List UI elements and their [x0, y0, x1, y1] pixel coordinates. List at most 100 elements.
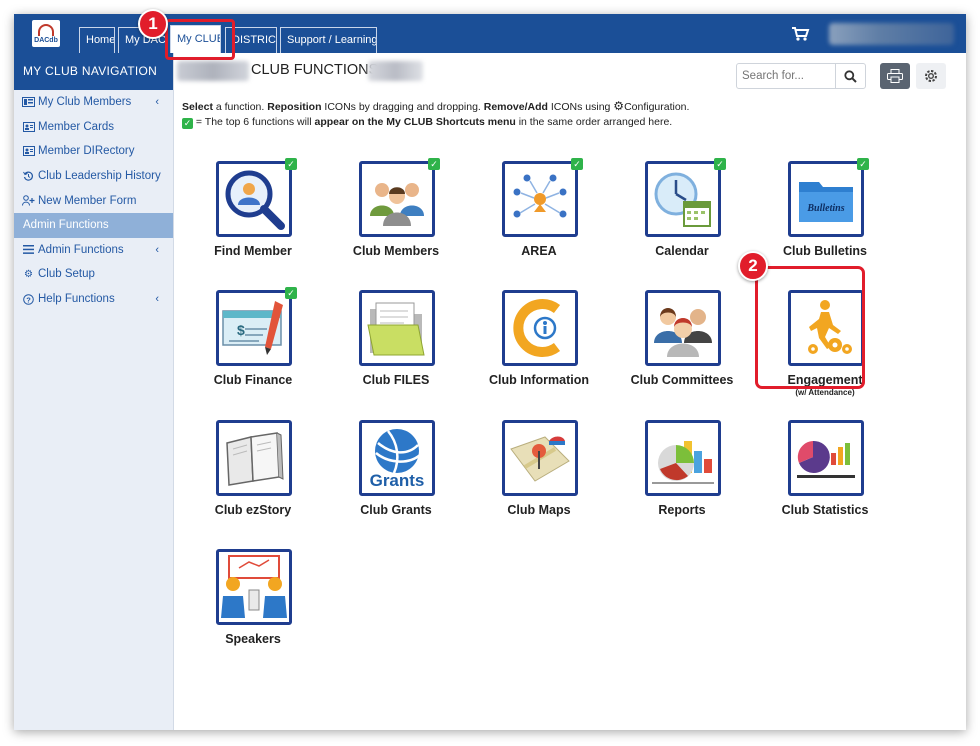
function-club-finance[interactable]: $ ✓ Club Finance: [188, 287, 318, 408]
tab-home[interactable]: Home: [79, 27, 115, 53]
search-button[interactable]: [835, 64, 865, 88]
cart-icon[interactable]: [792, 27, 810, 41]
function-label: Reports: [658, 503, 706, 517]
search-input[interactable]: [737, 64, 835, 88]
function-club-committees[interactable]: Club Committees: [617, 290, 747, 408]
open-book-icon: [216, 420, 292, 496]
sidebar-item-member-cards[interactable]: Member Cards: [14, 115, 173, 140]
bulletins-folder-icon: Bulletins: [788, 161, 864, 237]
user-plus-icon: [22, 195, 35, 206]
function-club-information[interactable]: Club Information: [474, 290, 604, 408]
function-reports[interactable]: Reports: [617, 420, 747, 538]
search-icon: [844, 69, 857, 83]
committee-people-icon: [645, 290, 721, 366]
id-card-icon: [22, 121, 35, 132]
dacdb-logo[interactable]: DACdb: [32, 20, 60, 47]
cog-icon: ⚙: [613, 99, 625, 113]
chevron-left-icon: ‹: [155, 96, 159, 108]
sidebar-item-club-setup[interactable]: ⚙ Club Setup: [14, 262, 173, 287]
function-club-grants[interactable]: Grants Club Grants: [331, 420, 461, 538]
function-label: Club Statistics: [781, 503, 869, 517]
function-label: Club Bulletins: [782, 244, 868, 258]
function-label: Club Members: [352, 244, 440, 258]
sidebar-item-label: Member Cards: [38, 120, 115, 133]
instr-text: in the same order arranged here.: [515, 116, 673, 128]
info-icon: [502, 290, 578, 366]
function-label: Speakers: [225, 632, 281, 646]
bulletins-icon-text: Bulletins: [806, 203, 844, 214]
shortcut-check-icon: ✓: [285, 287, 297, 299]
function-club-ezstory[interactable]: Club ezStory: [188, 420, 318, 538]
shortcut-check-icon: ✓: [285, 158, 297, 170]
function-label: Find Member: [214, 244, 292, 258]
function-club-bulletins[interactable]: Bulletins ✓ Club Bulletins: [760, 158, 890, 279]
cogs-icon: ⚙: [24, 268, 33, 280]
callout-number-2: 2: [738, 251, 768, 281]
instructions-line-1: Select a function. Reposition ICONs by d…: [182, 99, 689, 115]
function-label: Club Finance: [213, 373, 293, 387]
address-book-icon: [22, 97, 35, 108]
configuration-button[interactable]: [916, 63, 946, 89]
sidebar-item-label: Member DIRectory: [38, 145, 135, 158]
grants-icon-text: Grants: [370, 471, 425, 490]
function-label: Club FILES: [362, 373, 430, 387]
sidebar-item-admin-functions[interactable]: Admin Functions ‹: [14, 238, 173, 263]
sidebar-item-club-leadership-history[interactable]: Club Leadership History: [14, 164, 173, 189]
check-icon: ✓: [182, 118, 193, 129]
function-label: Club Committees: [630, 373, 734, 387]
logo-text: DACdb: [34, 37, 58, 44]
sidebar-item-my-club-members[interactable]: My Club Members ‹: [14, 90, 173, 115]
tab-support-learning[interactable]: Support / Learning: [280, 27, 377, 53]
function-label: Calendar: [655, 244, 709, 258]
function-calendar[interactable]: ✓ Calendar: [617, 158, 747, 279]
shortcut-check-icon: ✓: [857, 158, 869, 170]
function-speakers[interactable]: Speakers: [188, 549, 318, 667]
grants-globe-icon: Grants: [359, 420, 435, 496]
sidebar-item-label: New Member Form: [38, 194, 137, 207]
function-club-maps[interactable]: Club Maps: [474, 420, 604, 538]
svg-text:$: $: [237, 322, 245, 338]
instr-select: Select: [182, 101, 213, 113]
function-club-statistics[interactable]: Club Statistics: [760, 420, 890, 538]
function-area[interactable]: ✓ AREA: [474, 158, 604, 279]
shortcut-check-icon: ✓: [428, 158, 440, 170]
print-icon: [887, 69, 903, 83]
sidebar-item-help-functions[interactable]: ? Help Functions ‹: [14, 287, 173, 312]
map-icon: [502, 420, 578, 496]
search-box: [736, 63, 866, 89]
sidebar-item-label: My Club Members: [38, 96, 132, 109]
chevron-left-icon: ‹: [155, 292, 159, 305]
user-menu[interactable]: [829, 23, 954, 45]
function-club-files[interactable]: Club FILES: [331, 290, 461, 408]
main-content: CLUB FUNCTIONS Select a function. Reposi…: [175, 53, 966, 730]
instr-remove-add: Remove/Add: [483, 101, 548, 113]
sidebar-section-label: Admin Functions: [23, 219, 109, 232]
sidebar-title: MY CLUB NAVIGATION: [14, 53, 173, 90]
list-icon: [22, 244, 35, 255]
sidebar-item-label: Help Functions: [38, 293, 115, 306]
id-card-icon: [22, 146, 35, 157]
instr-text: a function.: [212, 101, 268, 113]
function-find-member[interactable]: ✓ Find Member: [188, 158, 318, 279]
instr-shortcuts: appear on the My CLUB Shortcuts menu: [314, 116, 516, 128]
sidebar-item-new-member-form[interactable]: New Member Form: [14, 188, 173, 213]
instr-text: = The top 6 functions will: [193, 116, 315, 128]
callout-highlight-engagement: [755, 266, 865, 389]
instr-text: ICONs using: [547, 101, 614, 113]
instr-configuration: Configuration.: [624, 101, 690, 113]
function-sublabel: (w/ Attendance): [795, 388, 855, 397]
shortcut-check-icon: ✓: [714, 158, 726, 170]
page-title: CLUB FUNCTIONS: [251, 62, 379, 78]
reports-chart-icon: [645, 420, 721, 496]
sidebar-item-label: Club Leadership History: [38, 170, 161, 183]
redacted-club-name: [177, 61, 249, 81]
sidebar-item-member-directory[interactable]: Member DIRectory: [14, 139, 173, 164]
function-club-members[interactable]: ✓ Club Members: [331, 158, 461, 279]
shortcut-check-icon: ✓: [571, 158, 583, 170]
redacted-club-suffix: [368, 61, 423, 81]
print-button[interactable]: [880, 63, 910, 89]
check-ledger-icon: $: [216, 290, 292, 366]
instructions: Select a function. Reposition ICONs by d…: [182, 99, 689, 130]
files-folder-icon: [359, 290, 435, 366]
svg-text:?: ?: [26, 295, 31, 304]
